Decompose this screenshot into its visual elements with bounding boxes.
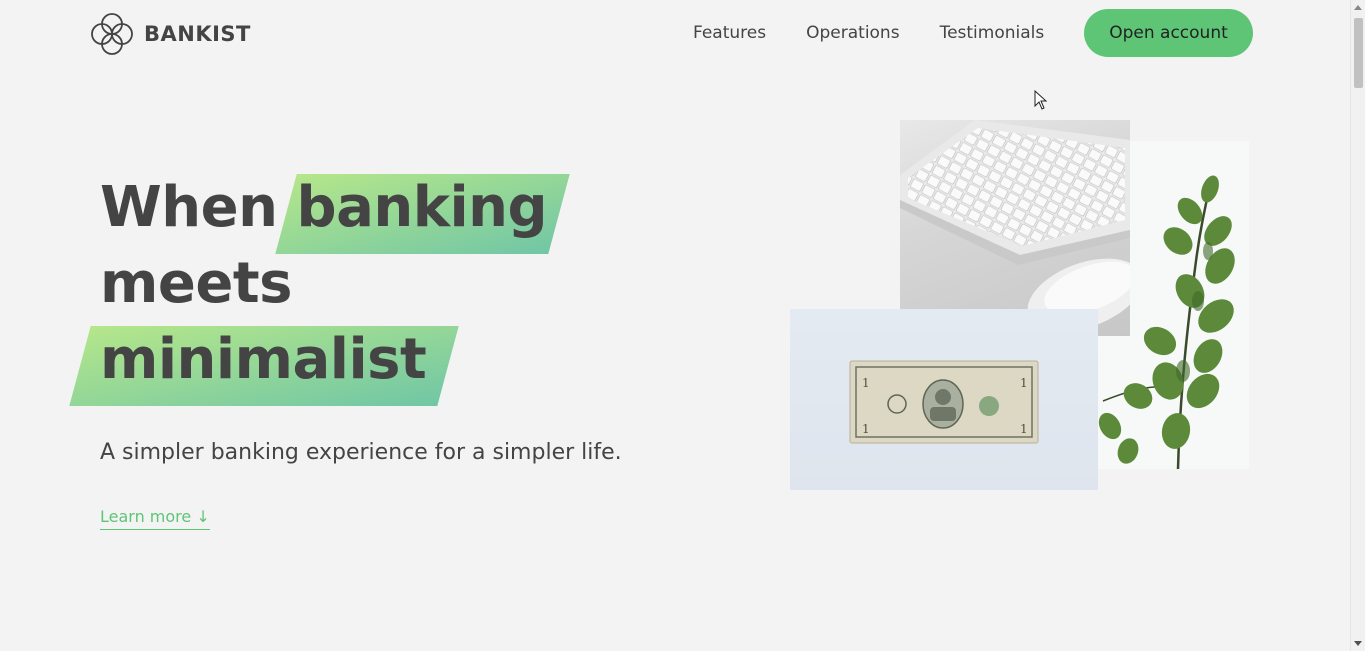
dollar-bill-image: 1 1 1 1: [790, 309, 1098, 490]
svg-text:1: 1: [1020, 422, 1028, 436]
scroll-up-arrow-icon[interactable]: [1354, 5, 1362, 10]
nav-link-testimonials[interactable]: Testimonials: [940, 9, 1045, 57]
hero-title-highlight: banking: [296, 170, 547, 246]
hero-title-word: meets: [100, 251, 292, 316]
keyboard-mouse-image: [900, 120, 1130, 336]
learn-more-link[interactable]: Learn more ↓: [100, 507, 210, 530]
page-scrollbar[interactable]: [1350, 0, 1365, 651]
navigation-bar: BANKIST Features Operations Testimonials…: [0, 0, 1350, 66]
svg-text:1: 1: [862, 376, 870, 390]
scroll-thumb[interactable]: [1354, 18, 1363, 88]
four-circles-logo-icon: [91, 13, 133, 55]
hero-title-word: When: [100, 175, 278, 240]
hero-subtitle: A simpler banking experience for a simpl…: [100, 440, 622, 465]
nav-link-features[interactable]: Features: [693, 9, 766, 57]
hero-title: When banking meets minimalist: [100, 170, 750, 398]
nav-links: Features Operations Testimonials Open ac…: [693, 9, 1253, 57]
scroll-down-arrow-icon[interactable]: [1354, 641, 1362, 646]
nav-link-operations[interactable]: Operations: [806, 9, 899, 57]
mouse-cursor-icon: [1034, 90, 1048, 110]
hero-section: When banking meets minimalist A simpler …: [100, 170, 750, 530]
svg-text:1: 1: [1020, 376, 1028, 390]
hero-title-highlight: minimalist: [100, 322, 427, 398]
logo[interactable]: BANKIST: [88, 11, 251, 57]
page: BANKIST Features Operations Testimonials…: [0, 0, 1365, 651]
open-account-button[interactable]: Open account: [1084, 9, 1253, 57]
brand-name: BANKIST: [144, 22, 251, 46]
svg-text:1: 1: [862, 422, 870, 436]
